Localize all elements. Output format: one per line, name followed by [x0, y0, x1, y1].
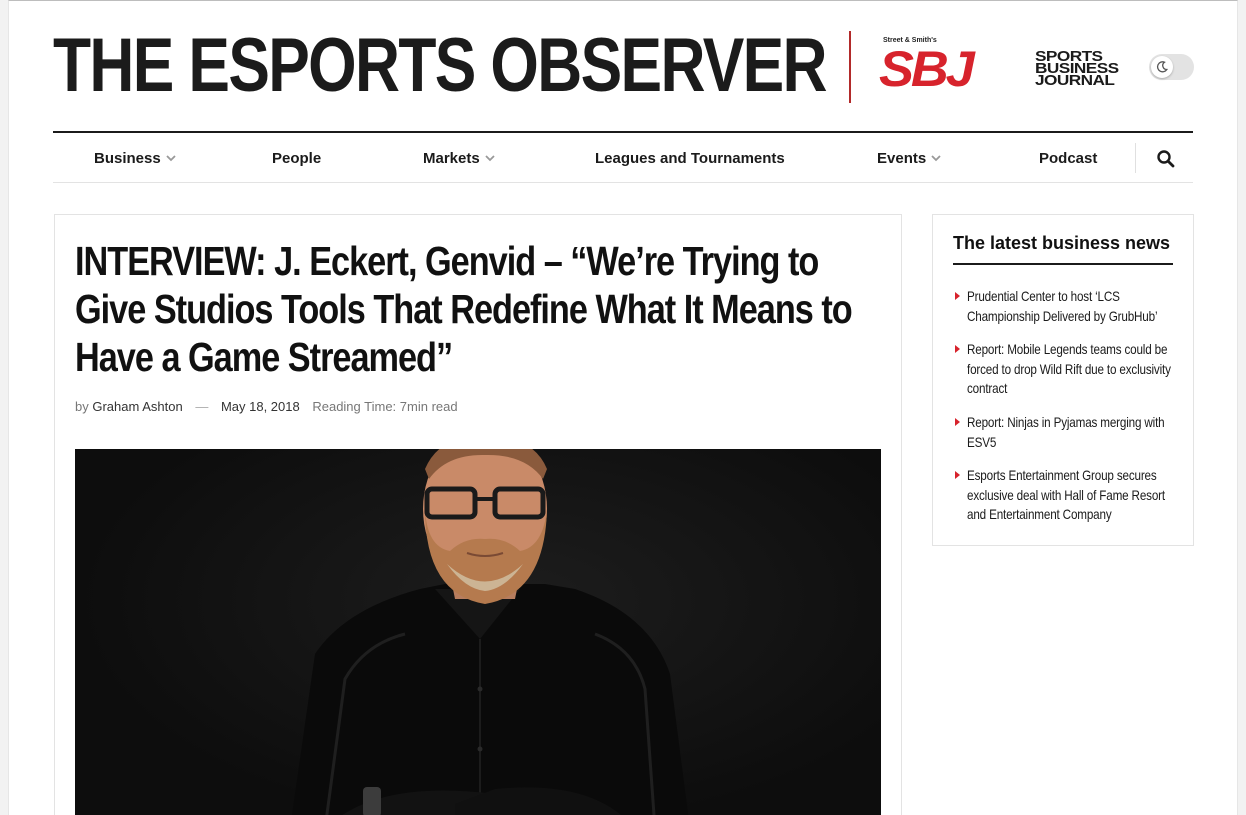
nav-item-label: Markets: [423, 149, 480, 167]
article-date[interactable]: May 18, 2018: [221, 399, 300, 414]
nav-item-label: Business: [94, 149, 161, 167]
nav-item-label: Leagues and Tournaments: [595, 149, 785, 167]
news-list: Prudential Center to host ‘LCS Champions…: [953, 287, 1175, 539]
news-link[interactable]: Prudential Center to host ‘LCS Champions…: [967, 287, 1173, 326]
chevron-down-icon: [166, 154, 176, 162]
bullet-arrow-icon: [955, 417, 960, 426]
sbj-logo-letters: SBJ: [879, 41, 975, 97]
nav-item-podcast[interactable]: Podcast: [1039, 133, 1097, 183]
news-link[interactable]: Report: Mobile Legends teams could be fo…: [967, 340, 1173, 399]
byline-prefix: by: [75, 399, 89, 414]
article-headline: INTERVIEW: J. Eckert, Genvid – “We’re Tr…: [75, 238, 853, 380]
bullet-arrow-icon: [955, 292, 960, 300]
author-link[interactable]: Graham Ashton: [92, 399, 182, 414]
news-link[interactable]: Esports Entertainment Group secures excl…: [967, 466, 1173, 525]
moon-icon: [1151, 56, 1173, 78]
main-nav: Business People Markets Leagues and Tour…: [53, 131, 1193, 183]
article-hero-image: [75, 449, 881, 815]
nav-divider: [1135, 143, 1136, 173]
list-item: Esports Entertainment Group secures excl…: [953, 466, 1175, 525]
byline-separator: —: [195, 399, 209, 414]
nav-item-events[interactable]: Events: [877, 133, 941, 183]
nav-item-people[interactable]: People: [272, 133, 321, 183]
list-item: Report: Mobile Legends teams could be fo…: [953, 340, 1175, 399]
chevron-down-icon: [931, 154, 941, 162]
masthead-divider: [849, 31, 851, 103]
nav-item-label: Events: [877, 149, 927, 167]
chevron-down-icon: [485, 154, 495, 162]
sbj-logo[interactable]: Street & Smith's SBJ SPORTS BUSINESS JOU…: [879, 37, 1149, 97]
bullet-arrow-icon: [955, 345, 960, 354]
latest-news-widget: The latest business news Prudential Cent…: [932, 214, 1194, 546]
article-card: INTERVIEW: J. Eckert, Genvid – “We’re Tr…: [54, 214, 902, 815]
nav-item-label: Podcast: [1039, 149, 1098, 167]
widget-title: The latest business news: [953, 233, 1171, 253]
page: THE ESPORTS OBSERVER Street & Smith's SB…: [8, 0, 1238, 815]
list-item: Report: Ninjas in Pyjamas merging with E…: [953, 413, 1175, 452]
site-logo[interactable]: THE ESPORTS OBSERVER: [53, 23, 828, 109]
nav-item-markets[interactable]: Markets: [423, 133, 495, 183]
article-byline: by Graham Ashton — May 18, 2018 Reading …: [75, 399, 458, 414]
news-link[interactable]: Report: Ninjas in Pyjamas merging with E…: [967, 413, 1173, 452]
search-icon[interactable]: [1156, 149, 1176, 169]
bullet-arrow-icon: [955, 471, 960, 480]
list-item: Prudential Center to host ‘LCS Champions…: [953, 287, 1175, 326]
nav-item-leagues-and-tournaments[interactable]: Leagues and Tournaments: [595, 133, 785, 183]
reading-time: Reading Time: 7min read: [312, 399, 458, 414]
dark-mode-toggle[interactable]: [1149, 54, 1194, 80]
nav-item-label: People: [272, 149, 322, 167]
sbj-logo-word-3: JOURNAL: [1035, 72, 1115, 89]
widget-title-underline: [953, 263, 1173, 265]
nav-item-business[interactable]: Business: [94, 133, 176, 183]
